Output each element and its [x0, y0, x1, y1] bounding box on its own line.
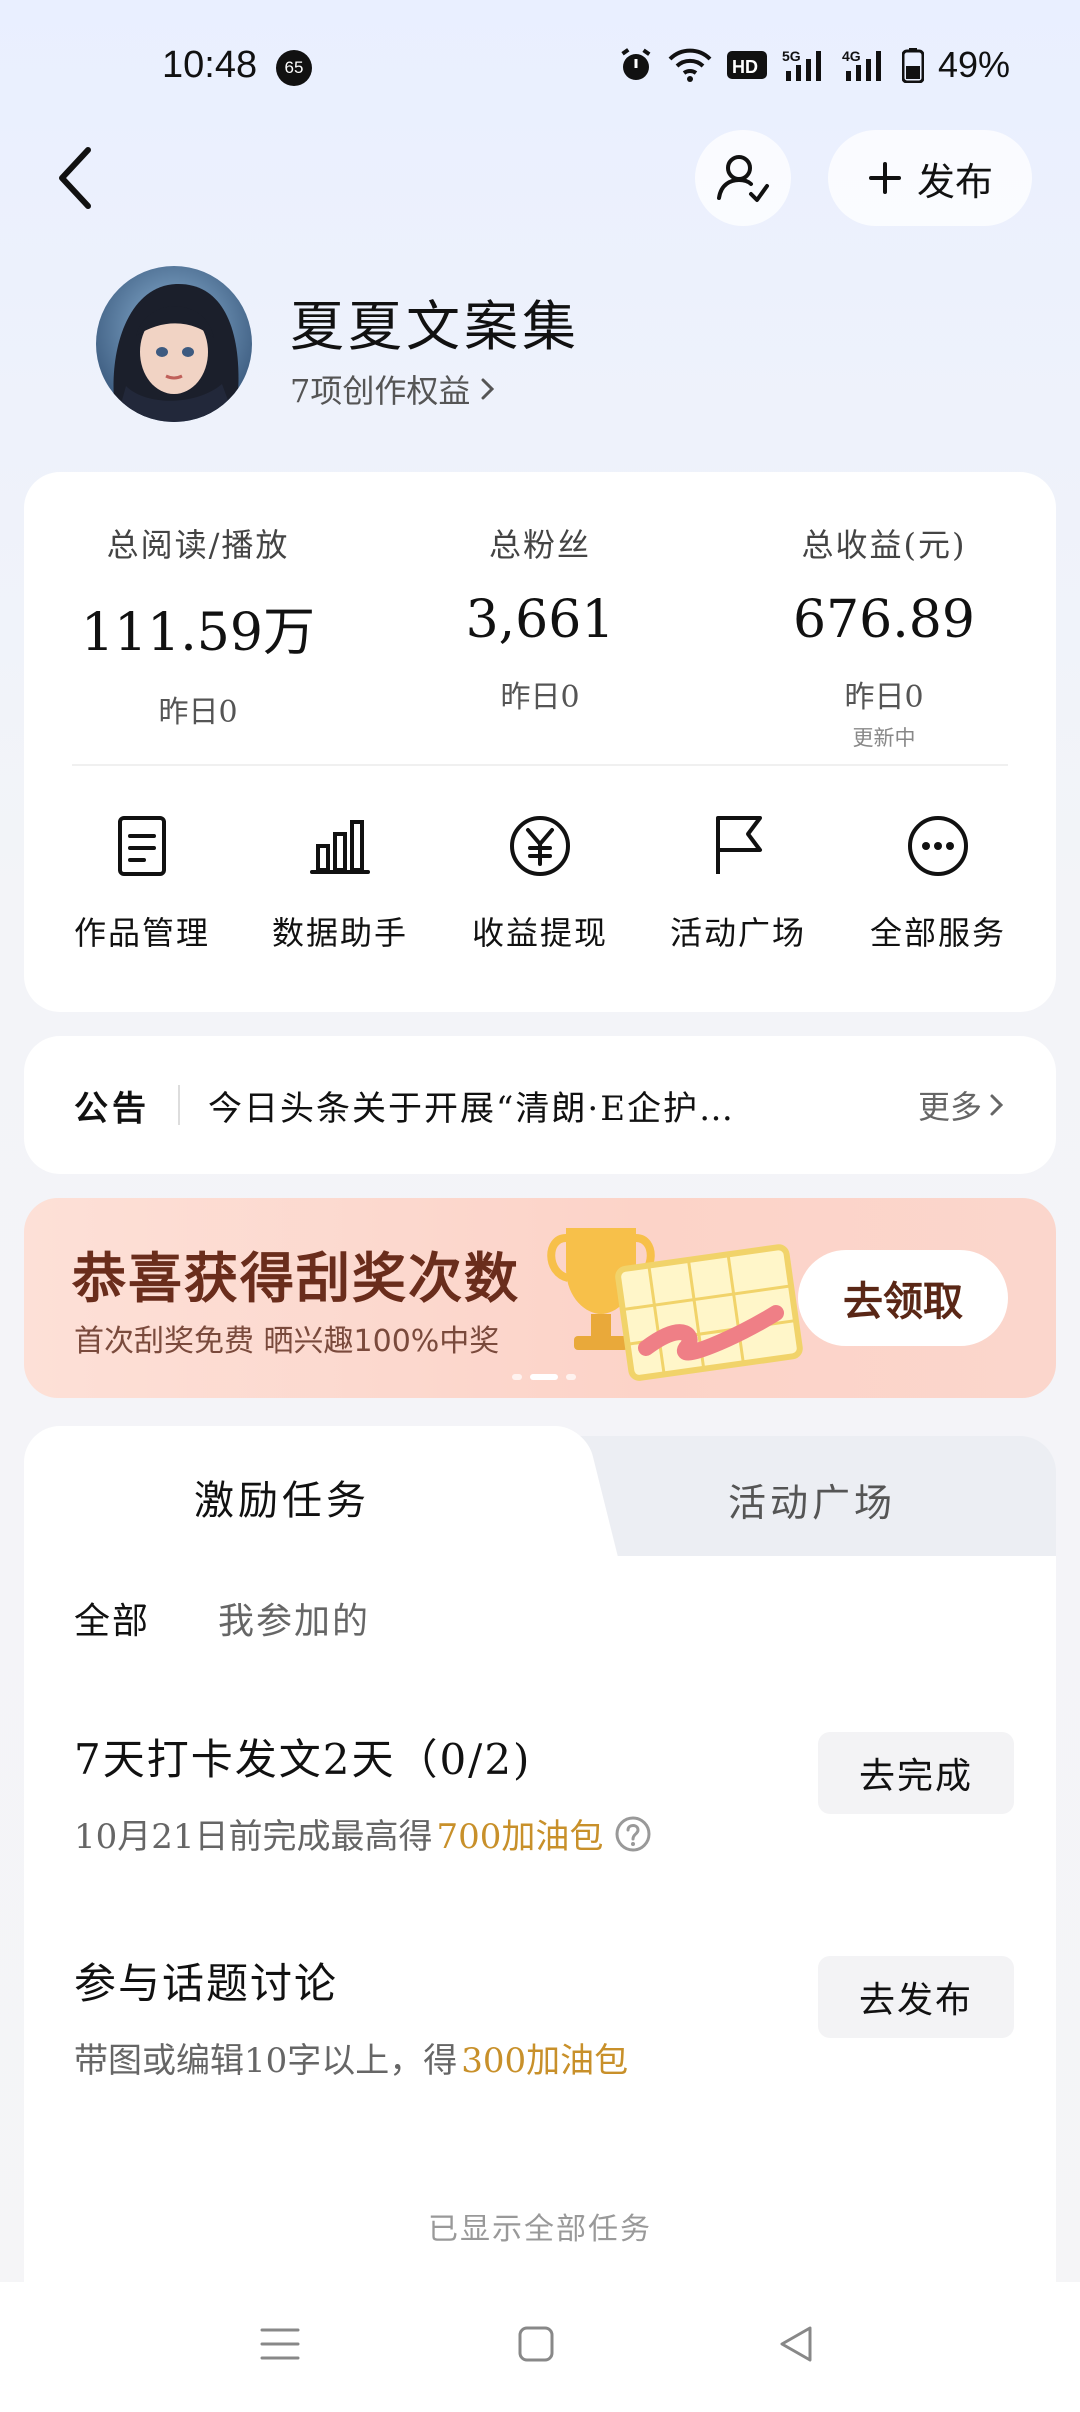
divider: [72, 764, 1008, 766]
flag-icon: [716, 816, 762, 874]
service-label: 收益提现: [471, 914, 608, 952]
banner-subtitle: 首次刮奖免费 晒兴趣100%中奖: [74, 1324, 500, 1359]
carousel-indicator: [512, 1374, 576, 1380]
service-all-services[interactable]: 全部服务: [838, 810, 1038, 954]
filter-joined[interactable]: 我参加的: [218, 1592, 370, 1644]
task-reward: 700加油包: [436, 1817, 604, 1857]
more-label: 更多: [917, 1088, 982, 1126]
notification-badge: 65: [276, 50, 312, 86]
banner-title: 恭喜获得刮奖次数: [72, 1247, 520, 1310]
back-button[interactable]: [48, 138, 108, 218]
stat-label: 总阅读/播放: [106, 526, 290, 564]
profile-name: 夏夏文案集: [290, 295, 580, 358]
status-bar: 10:48 65 HD 5G 4G 49%: [0, 0, 1080, 140]
tab-incentive-tasks[interactable]: 激励任务: [194, 1468, 370, 1526]
more-icon: [908, 816, 968, 876]
system-nav-bar: [0, 2282, 1080, 2412]
alarm-icon: [621, 48, 651, 80]
follow-user-button[interactable]: [695, 130, 791, 226]
plus-icon: [868, 162, 901, 194]
4g-signal-icon: 4G: [842, 48, 881, 81]
task-desc-text: 带图或编辑10字以上，得: [74, 2041, 458, 2081]
announcement-bar[interactable]: 公告 今日头条关于开展“清朗·E企护… 更多: [24, 1036, 1056, 1174]
divider: [178, 1085, 180, 1125]
svg-text:4G: 4G: [842, 48, 861, 64]
5g-signal-icon: 5G: [782, 48, 821, 81]
service-label: 全部服务: [869, 914, 1006, 952]
status-icons: HD 5G 4G 49%: [618, 44, 1010, 86]
stat-value: 3,661: [465, 590, 615, 650]
bar-chart-icon: [310, 820, 370, 874]
stat-yesterday: 昨日0: [844, 680, 924, 715]
status-time: 10:48: [162, 44, 258, 86]
svg-text:5G: 5G: [782, 48, 801, 64]
stat-yesterday: 昨日0: [158, 695, 238, 730]
back-triangle-icon[interactable]: [776, 2322, 816, 2366]
task-publish-button[interactable]: 去发布: [818, 1956, 1014, 2038]
service-label: 活动广场: [669, 914, 806, 952]
chevron-right-icon: [990, 1094, 1004, 1116]
chevron-left-icon: [59, 147, 91, 209]
home-square-icon[interactable]: [516, 2322, 556, 2366]
stat-label: 总收益(元): [801, 526, 967, 564]
task-complete-button[interactable]: 去完成: [818, 1732, 1014, 1814]
task-list-body: [24, 1556, 1056, 2316]
stat-value: 111.59万: [81, 603, 315, 663]
stat-total-reads[interactable]: 总阅读/播放 111.59万 昨日0: [38, 520, 358, 731]
user-check-icon: [717, 155, 769, 202]
document-icon: [118, 816, 166, 876]
stat-value: 676.89: [793, 590, 975, 650]
task-desc: 10月21日前完成最高得 700加油包: [74, 1809, 1014, 1858]
service-data-assistant[interactable]: 数据助手: [240, 810, 440, 954]
task-panel: 激励任务 活动广场 全部 我参加的 7天打卡发文2天（0/2) 10月21日前完…: [24, 1426, 1056, 2316]
avatar[interactable]: [96, 266, 252, 422]
benefits-label: 7项创作权益: [290, 372, 471, 410]
claim-button[interactable]: 去领取: [798, 1250, 1008, 1346]
stat-total-fans[interactable]: 总粉丝 3,661 昨日0: [380, 520, 700, 716]
task-item: 参与话题讨论 带图或编辑10字以上，得 300加油包 去发布: [74, 1950, 1014, 2082]
all-tasks-shown-note: 已显示全部任务: [428, 2212, 652, 2247]
menu-icon[interactable]: [258, 2322, 302, 2366]
task-desc-text: 10月21日前完成最高得: [74, 1817, 433, 1857]
trophy-scratch-card-illustration: [547, 1228, 803, 1381]
stat-update-note: 更新中: [852, 726, 916, 750]
service-label: 数据助手: [271, 914, 408, 952]
publish-button[interactable]: 发布: [828, 130, 1032, 226]
filter-all[interactable]: 全部: [74, 1592, 150, 1644]
task-reward: 300加油包: [461, 2041, 629, 2081]
stat-total-earnings[interactable]: 总收益(元) 676.89 昨日0 更新中: [724, 520, 1044, 752]
service-works-management[interactable]: 作品管理: [42, 810, 242, 954]
scratch-prize-banner[interactable]: 恭喜获得刮奖次数 首次刮奖免费 晒兴趣100%中奖 去领取: [24, 1198, 1056, 1398]
svg-text:HD: HD: [732, 57, 758, 77]
publish-label: 发布: [916, 159, 993, 204]
stat-yesterday: 昨日0: [500, 680, 580, 715]
avatar-illustration: [96, 266, 252, 422]
yuan-icon: [510, 816, 570, 876]
battery-percent: 49%: [937, 44, 1010, 85]
help-icon[interactable]: [613, 1814, 653, 1854]
stat-label: 总粉丝: [488, 526, 591, 564]
announcement-text: 今日头条关于开展“清朗·E企护…: [208, 1088, 736, 1129]
creator-benefits-link[interactable]: 7项创作权益: [290, 366, 498, 412]
service-earnings-withdraw[interactable]: 收益提现: [440, 810, 640, 954]
tab-activity-plaza[interactable]: 活动广场: [728, 1472, 896, 1527]
service-activity-plaza[interactable]: 活动广场: [638, 810, 838, 954]
announcement-more-link[interactable]: 更多: [918, 1082, 1006, 1128]
task-item: 7天打卡发文2天（0/2) 10月21日前完成最高得 700加油包 去完成: [74, 1726, 1014, 1858]
service-label: 作品管理: [73, 914, 210, 952]
wifi-icon: [668, 48, 712, 82]
stats-card: 总阅读/播放 111.59万 昨日0 总粉丝 3,661 昨日0 总收益(元) …: [24, 472, 1056, 1012]
chevron-right-icon: [481, 378, 495, 400]
announcement-label: 公告: [74, 1088, 150, 1129]
hd-icon: HD: [726, 51, 767, 79]
task-desc: 带图或编辑10字以上，得 300加油包: [74, 2033, 1014, 2082]
battery-icon: [901, 48, 924, 83]
